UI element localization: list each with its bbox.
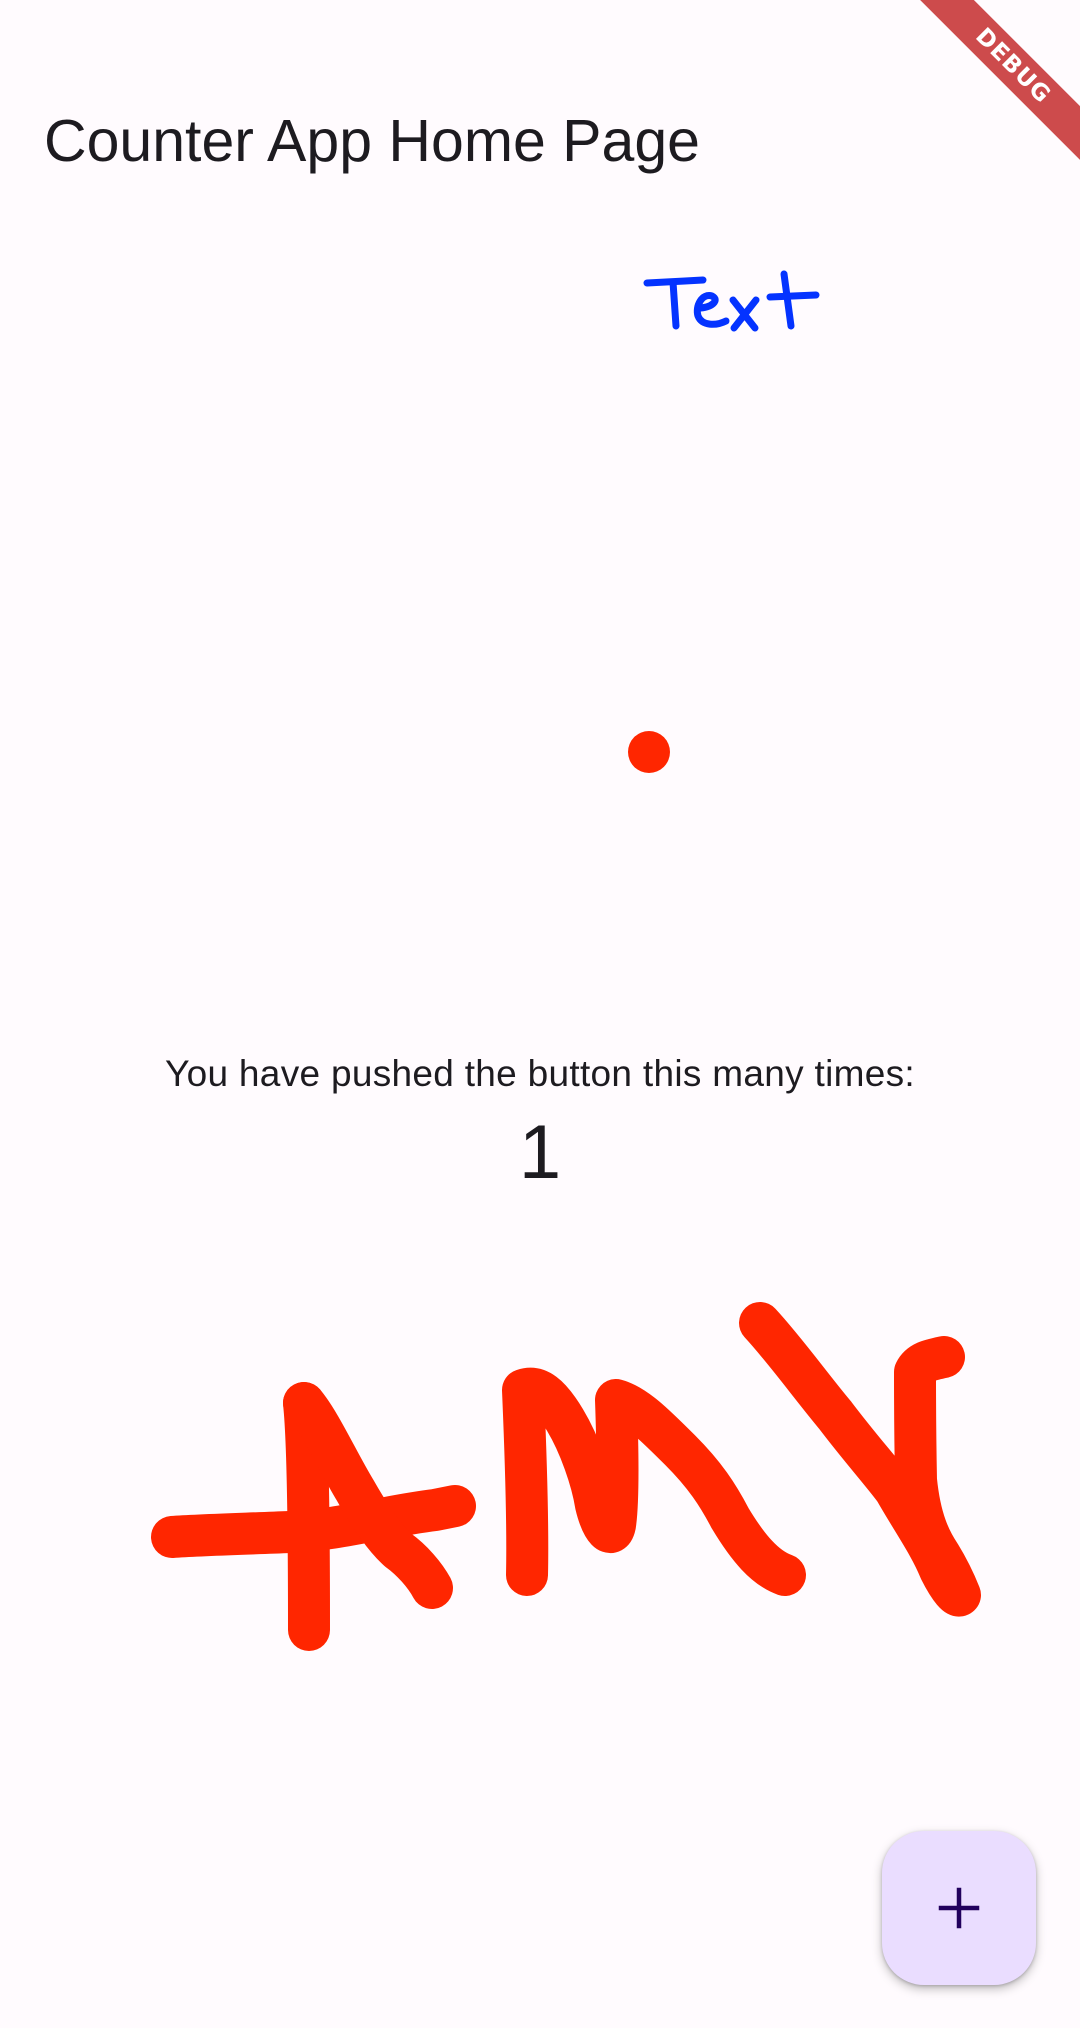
- handwritten-text-red: [151, 1302, 981, 1651]
- red-dot: [628, 731, 670, 773]
- drawing-canvas[interactable]: [0, 0, 1080, 2028]
- increment-button[interactable]: [882, 1831, 1036, 1985]
- add-icon: [938, 1887, 980, 1929]
- counter-label: You have pushed the button this many tim…: [165, 1053, 915, 1094]
- handwritten-text-blue: [643, 270, 820, 332]
- counter-value: 1: [518, 1110, 562, 1195]
